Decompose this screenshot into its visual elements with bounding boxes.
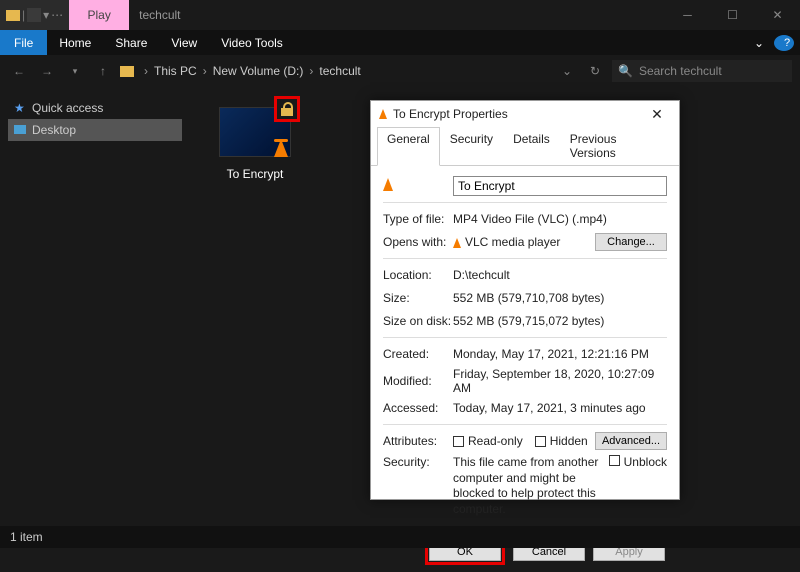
opens-with-label: Opens with:: [383, 235, 453, 249]
file-name-input[interactable]: [453, 176, 667, 196]
type-value: MP4 Video File (VLC) (.mp4): [453, 212, 667, 226]
breadcrumb-root[interactable]: This PC: [152, 64, 199, 78]
star-icon: ★: [14, 101, 26, 115]
created-value: Monday, May 17, 2021, 12:21:16 PM: [453, 347, 667, 361]
change-button[interactable]: Change...: [595, 233, 667, 251]
overflow-icon[interactable]: ⋯: [51, 8, 63, 22]
size-label: Size:: [383, 291, 453, 305]
readonly-checkbox[interactable]: Read-only: [453, 434, 523, 448]
encryption-highlight: [274, 96, 300, 122]
quick-access-toolbar: | ▾ ⋯: [0, 0, 69, 30]
forward-button[interactable]: →: [36, 60, 58, 82]
dialog-close-button[interactable]: ✕: [643, 106, 671, 123]
file-item-to-encrypt[interactable]: To Encrypt: [210, 107, 300, 181]
chevron-right-icon[interactable]: ›: [140, 64, 152, 78]
tab-security[interactable]: Security: [440, 127, 503, 165]
attributes-label: Attributes:: [383, 434, 453, 448]
address-bar: ← → ▾ ↑ › This PC › New Volume (D:) › te…: [0, 55, 800, 87]
up-button[interactable]: ↑: [92, 60, 114, 82]
properties-dialog: To Encrypt Properties ✕ General Security…: [370, 100, 680, 500]
accessed-value: Today, May 17, 2021, 3 minutes ago: [453, 401, 667, 415]
vlc-icon: [383, 178, 393, 191]
security-label: Security:: [383, 455, 453, 469]
video-tools-tab[interactable]: Play: [69, 0, 129, 30]
item-count: 1 item: [10, 530, 43, 544]
accessed-label: Accessed:: [383, 401, 453, 415]
chevron-right-icon[interactable]: ›: [199, 64, 211, 78]
save-icon[interactable]: [27, 8, 41, 22]
recent-locations-icon[interactable]: ▾: [64, 60, 86, 82]
chevron-right-icon[interactable]: ›: [305, 64, 317, 78]
window-title: techcult: [129, 0, 665, 30]
hidden-checkbox[interactable]: Hidden: [535, 434, 588, 448]
location-label: Location:: [383, 268, 453, 282]
checkbox-icon: [609, 455, 620, 466]
status-bar: 1 item: [0, 526, 800, 548]
desktop-icon: [14, 123, 26, 137]
folder-icon: [6, 10, 20, 21]
size-on-disk-value: 552 MB (579,715,072 bytes): [453, 314, 667, 328]
sidebar-item-desktop[interactable]: Desktop: [8, 119, 182, 141]
vlc-icon: [453, 238, 461, 248]
sidebar-item-label: Quick access: [32, 101, 103, 115]
home-tab[interactable]: Home: [47, 36, 103, 50]
play-label: Play: [87, 8, 110, 22]
advanced-button[interactable]: Advanced...: [595, 432, 667, 450]
view-tab[interactable]: View: [159, 36, 209, 50]
chevron-down-icon[interactable]: ▾: [43, 8, 49, 22]
modified-label: Modified:: [383, 374, 453, 388]
ribbon-expand-icon[interactable]: ⌄: [744, 36, 774, 50]
titlebar: | ▾ ⋯ Play techcult ─ ☐ ✕: [0, 0, 800, 30]
video-tools-tab-label[interactable]: Video Tools: [209, 36, 295, 50]
close-button[interactable]: ✕: [755, 0, 800, 30]
back-button[interactable]: ←: [8, 60, 30, 82]
tab-previous-versions[interactable]: Previous Versions: [560, 127, 673, 165]
dialog-title: To Encrypt Properties: [393, 107, 508, 121]
sidebar-item-label: Desktop: [32, 123, 76, 137]
minimize-button[interactable]: ─: [665, 0, 710, 30]
general-panel: Type of file:MP4 Video File (VLC) (.mp4)…: [371, 166, 679, 530]
opens-with-value: VLC media player: [453, 235, 595, 249]
checkbox-icon: [453, 436, 464, 447]
modified-value: Friday, September 18, 2020, 10:27:09 AM: [453, 367, 667, 395]
dialog-tabs: General Security Details Previous Versio…: [371, 127, 679, 166]
video-thumbnail: [219, 107, 291, 157]
lock-icon: [281, 108, 293, 116]
vlc-icon: [379, 109, 387, 119]
window-controls: ─ ☐ ✕: [665, 0, 800, 30]
folder-icon: [120, 66, 134, 77]
help-icon[interactable]: ?: [774, 35, 794, 51]
sidebar-item-quick-access[interactable]: ★ Quick access: [8, 97, 182, 119]
vlc-icon: [274, 139, 288, 160]
tab-details[interactable]: Details: [503, 127, 560, 165]
size-on-disk-label: Size on disk:: [383, 314, 453, 328]
file-name-label: To Encrypt: [210, 167, 300, 181]
breadcrumb[interactable]: › This PC › New Volume (D:) › techcult: [120, 60, 363, 82]
unblock-checkbox[interactable]: Unblock: [609, 455, 667, 517]
search-icon: 🔍: [618, 64, 633, 78]
address-dropdown-icon[interactable]: ⌄: [556, 60, 578, 82]
search-placeholder: Search techcult: [639, 64, 722, 78]
type-label: Type of file:: [383, 212, 453, 226]
security-message: This file came from another computer and…: [453, 455, 605, 517]
size-value: 552 MB (579,710,708 bytes): [453, 291, 667, 305]
navigation-pane: ★ Quick access Desktop: [0, 87, 190, 527]
pipe-separator: |: [22, 8, 25, 22]
breadcrumb-folder[interactable]: techcult: [317, 64, 362, 78]
dialog-titlebar[interactable]: To Encrypt Properties ✕: [371, 101, 679, 127]
share-tab[interactable]: Share: [103, 36, 159, 50]
checkbox-icon: [535, 436, 546, 447]
ribbon: File Home Share View Video Tools ⌄ ?: [0, 30, 800, 55]
maximize-button[interactable]: ☐: [710, 0, 755, 30]
file-tab[interactable]: File: [0, 30, 47, 55]
created-label: Created:: [383, 347, 453, 361]
tab-general[interactable]: General: [377, 127, 440, 166]
refresh-button[interactable]: ↻: [584, 60, 606, 82]
search-input[interactable]: 🔍 Search techcult: [612, 60, 792, 82]
location-value: D:\techcult: [453, 268, 667, 282]
breadcrumb-volume[interactable]: New Volume (D:): [211, 64, 306, 78]
